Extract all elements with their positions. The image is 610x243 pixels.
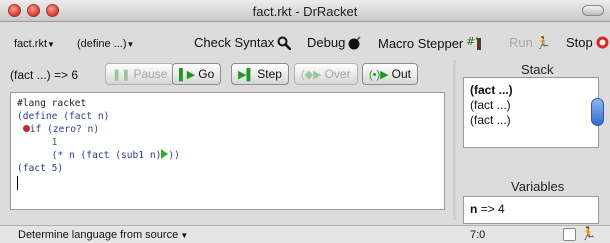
go-label: Go [198,67,215,81]
title-bar: fact.rkt - DrRacket [0,0,610,22]
variable-arrow: => [480,202,495,216]
stop-icon [596,36,609,49]
current-expression: (fact ...) => 6 [10,68,79,82]
stop-button[interactable]: Stop [566,35,609,50]
running-man-icon: 🏃 [535,35,551,50]
status-checkbox[interactable] [563,228,576,241]
cursor-position: 7:0 [470,229,486,241]
magnifier-icon [277,36,292,50]
variable-name: n [470,202,478,216]
stack-label: Stack [521,62,554,77]
variable-row[interactable]: n => 4 [470,202,505,216]
check-syntax-button[interactable]: Check Syntax [194,35,292,50]
language-label: Determine language from source [18,229,179,241]
code-line-2: (define (fact n) [17,111,110,122]
main-toolbar: fact.rkt▼ (define ...)▼ Check Syntax Deb… [0,22,610,60]
out-label: Out [391,67,411,81]
stack-list[interactable]: (fact ...) (fact ...) (fact ...) [463,77,604,148]
file-menu[interactable]: fact.rkt▼ [14,38,55,50]
pause-label: Pause [133,67,168,81]
code-text: #lang racket (define (fact n) if (zero? … [17,97,180,175]
variables-list[interactable]: n => 4 [463,196,599,224]
dropdown-arrow-icon: ▼ [47,40,55,49]
over-icon: (◆▶ [301,68,322,81]
step-button[interactable]: ▶▌ Step [231,63,289,85]
debug-button[interactable]: Debug [307,35,362,50]
run-label: Run [509,35,533,50]
pause-button[interactable]: ❚❚ Pause [105,63,175,85]
step-label: Step [257,67,282,81]
toolbar-toggle-icon[interactable] [582,5,604,16]
svg-text:#': #' [466,35,478,48]
scroll-knob[interactable] [591,98,604,126]
dropdown-arrow-icon: ▼ [178,231,189,240]
out-button[interactable]: (•)▶ Out [362,63,418,85]
stack-item[interactable]: (fact ...) [470,113,511,127]
macro-stepper-icon: #' [466,35,482,50]
macro-stepper-button[interactable]: Macro Stepper #' [378,35,484,51]
define-menu[interactable]: (define ...)▼ [77,38,134,50]
code-line-4: 1 [51,137,58,148]
run-button[interactable]: Run 🏃 [509,35,551,50]
variable-value: 4 [498,202,505,216]
code-line-3: if (zero? n) [29,124,100,135]
go-icon: ▌▶ [179,68,196,81]
over-button[interactable]: (◆▶ Over [294,63,358,85]
debug-label: Debug [307,35,346,50]
language-menu[interactable]: Determine language from source ▼ [18,229,188,241]
window-title: fact.rkt - DrRacket [252,4,358,19]
running-man-icon: 🏃 [580,226,597,241]
text-cursor [17,176,18,190]
code-line-5-tail: )) [168,150,180,161]
pause-icon: ❚❚ [112,68,131,81]
file-menu-label: fact.rkt [14,38,48,50]
out-icon: (•)▶ [369,68,389,81]
variables-label: Variables [511,179,565,194]
breakpoint-icon[interactable] [22,125,30,132]
code-line-6: (fact 5) [17,163,64,174]
definitions-editor[interactable]: #lang racket (define (fact n) if (zero? … [10,92,445,210]
bomb-icon [348,35,361,49]
debugger-toolbar: (fact ...) => 6 ❚❚ Pause ▌▶ Go ▶▌ Step (… [0,60,450,90]
go-button[interactable]: ▌▶ Go [172,63,222,85]
status-bar: Determine language from source ▼ 7:0 🏃 [0,225,610,243]
stop-label: Stop [566,35,593,50]
stack-item[interactable]: (fact ...) [470,98,511,112]
check-syntax-label: Check Syntax [194,35,275,50]
stack-item[interactable]: (fact ...) [470,83,513,97]
code-line-1: #lang racket [17,98,87,109]
define-menu-label: (define ...) [77,38,127,50]
over-label: Over [324,67,351,81]
pane-divider[interactable] [453,60,456,220]
code-line-5: (* n (fact (sub1 n) [51,150,162,161]
dropdown-arrow-icon: ▼ [126,40,135,49]
step-icon: ▶▌ [238,68,255,81]
macro-stepper-label: Macro Stepper [378,35,464,51]
